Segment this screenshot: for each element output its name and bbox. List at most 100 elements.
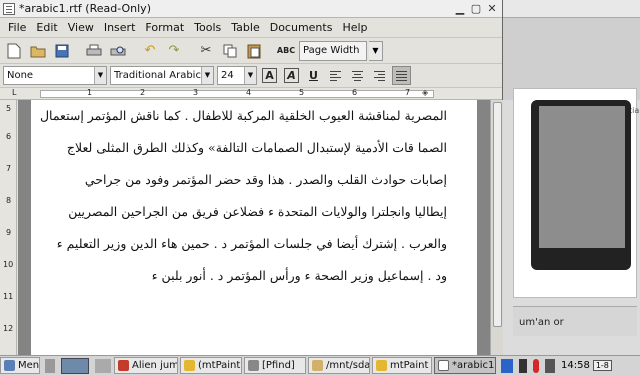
- new-icon[interactable]: [3, 40, 25, 62]
- align-center-button[interactable]: [348, 66, 367, 85]
- zoom-select[interactable]: Page Width: [299, 40, 367, 61]
- document-page[interactable]: المصرية لمناقشة العيوب الخلقية المركبة ل…: [31, 100, 477, 355]
- align-left-button[interactable]: [326, 66, 345, 85]
- align-left-icon: [330, 70, 341, 81]
- copy-icon[interactable]: [219, 40, 241, 62]
- vruler-number: 10: [3, 260, 14, 269]
- document-line[interactable]: إيطاليا وانجلترا والولايات المتحدة ء فضل…: [67, 204, 447, 219]
- italic-label: A: [284, 68, 299, 83]
- taskbar-item-label: (mtPaint 3.3: [198, 360, 241, 371]
- font-size-select[interactable]: 24 ▼: [217, 66, 257, 85]
- maximize-icon[interactable]: ▢: [469, 2, 483, 16]
- desktop-pager[interactable]: [61, 357, 89, 374]
- workspace-badge[interactable]: 1-8: [592, 360, 612, 371]
- paste-icon[interactable]: [243, 40, 265, 62]
- undo-icon[interactable]: ↶: [139, 40, 161, 62]
- menu-format[interactable]: Format: [140, 21, 189, 34]
- volume-icon[interactable]: [545, 358, 555, 373]
- ruler-number: 1: [87, 88, 93, 97]
- ruler-number: 4: [246, 88, 252, 97]
- font-size-value: 24: [221, 70, 234, 81]
- ruler-number: 2: [140, 88, 146, 97]
- vruler-number: 8: [6, 196, 12, 205]
- font-select[interactable]: Traditional Arabic ▼: [110, 66, 214, 85]
- ruler-strip: [40, 90, 434, 98]
- horizontal-ruler[interactable]: L 1 2 3 4 5 6 7 ◈: [0, 88, 502, 100]
- chevron-down-icon[interactable]: ▼: [201, 67, 213, 84]
- menu-documents[interactable]: Documents: [265, 21, 338, 34]
- start-menu-button[interactable]: Menu: [0, 357, 40, 374]
- taskbar-item-folder[interactable]: /mnt/sda5/: [308, 357, 370, 374]
- document-line[interactable]: إصابات حوادث القلب والصدر . هذا وقد حضر …: [67, 172, 447, 187]
- vruler-number: 7: [6, 164, 12, 173]
- align-center-icon: [352, 70, 363, 81]
- print-preview-icon[interactable]: [107, 40, 129, 62]
- taskbar-item-label: /mnt/sda5/: [326, 360, 370, 371]
- menu-file[interactable]: File: [3, 21, 31, 34]
- close-icon[interactable]: ✕: [485, 2, 499, 16]
- start-menu-label: Menu: [18, 360, 40, 371]
- ruler-label-left: L: [12, 88, 17, 97]
- toolbar-separator: [267, 40, 273, 62]
- taskbar-item-alien[interactable]: Alien jum'ar: [114, 357, 178, 374]
- vertical-ruler[interactable]: 5 6 7 8 9 10 11 12: [0, 100, 17, 355]
- document-line[interactable]: ود . إسماعيل وزير الصحة ء ورأس المؤتمر د…: [67, 268, 447, 283]
- italic-button[interactable]: A: [282, 66, 301, 85]
- clock[interactable]: 14:58: [561, 360, 590, 371]
- indent-marker-icon[interactable]: ◈: [422, 88, 428, 97]
- titlebar[interactable]: *arabic1.rtf (Read-Only) ▁ ▢ ✕: [0, 0, 502, 18]
- menu-help[interactable]: Help: [337, 21, 372, 34]
- menu-tools[interactable]: Tools: [189, 21, 226, 34]
- taskbar-item-pfind[interactable]: [Pfind]: [244, 357, 306, 374]
- bold-button[interactable]: A: [260, 66, 279, 85]
- taskbar-item-label: mtPaint 3.3: [390, 360, 431, 371]
- taskbar-item-label: *arabic1.rtf: [452, 360, 495, 371]
- save-icon[interactable]: [51, 40, 73, 62]
- network-icon[interactable]: [501, 358, 513, 373]
- document-line[interactable]: والعرب . إشترك أيضا في جلسات المؤتمر د .…: [57, 236, 447, 251]
- tablet-image: [531, 100, 631, 270]
- document-canvas[interactable]: المصرية لمناقشة العيوب الخلقية المركبة ل…: [18, 100, 490, 355]
- cut-icon[interactable]: ✂: [195, 40, 217, 62]
- chevron-down-icon[interactable]: ▼: [369, 40, 383, 61]
- chevron-down-icon[interactable]: ▼: [94, 67, 106, 84]
- redo-icon[interactable]: ↷: [163, 40, 185, 62]
- ruler-number: 5: [299, 88, 305, 97]
- document-icon: [3, 2, 15, 15]
- align-justify-button[interactable]: [392, 66, 411, 85]
- menu-icon: [4, 360, 15, 371]
- menubar: File Edit View Insert Format Tools Table…: [0, 18, 502, 38]
- pfind-icon: [248, 360, 259, 371]
- background-status-bar: um'an or: [513, 306, 637, 336]
- style-select[interactable]: None ▼: [3, 66, 107, 85]
- drive-icon[interactable]: [45, 358, 55, 373]
- document-line[interactable]: الصما قات الأدمية لإستبدال الصمامات التا…: [67, 140, 447, 155]
- taskbar-item-label: [Pfind]: [262, 360, 295, 371]
- minimize-icon[interactable]: ▁: [453, 2, 467, 16]
- scrollbar-thumb[interactable]: [493, 102, 502, 327]
- window-controls: ▁ ▢ ✕: [453, 2, 499, 16]
- standard-toolbar: ↶ ↷ ✂ ABC Page Width ▼: [0, 38, 502, 64]
- vruler-number: 5: [6, 104, 12, 113]
- menu-table[interactable]: Table: [226, 21, 264, 34]
- taskbar-item-mtpaint-2[interactable]: mtPaint 3.3: [372, 357, 432, 374]
- vruler-number: 6: [6, 132, 12, 141]
- align-right-button[interactable]: [370, 66, 389, 85]
- vertical-scrollbar[interactable]: [490, 100, 503, 355]
- open-icon[interactable]: [27, 40, 49, 62]
- battery-icon[interactable]: [519, 358, 527, 373]
- menu-insert[interactable]: Insert: [99, 21, 141, 34]
- temperature-icon[interactable]: [533, 358, 539, 373]
- taskbar-item-arabic-rtf[interactable]: *arabic1.rtf: [434, 357, 496, 374]
- underline-button[interactable]: U: [304, 66, 323, 85]
- menu-edit[interactable]: Edit: [31, 21, 62, 34]
- taskbar-item-mtpaint-1[interactable]: (mtPaint 3.3: [180, 357, 242, 374]
- spellcheck-icon[interactable]: ABC: [275, 40, 297, 62]
- background-window-titlebar[interactable]: [501, 0, 640, 18]
- pager-desktop-2[interactable]: [95, 358, 111, 373]
- alien-icon: [118, 360, 129, 371]
- document-line[interactable]: المصرية لمناقشة العيوب الخلقية المركبة ل…: [40, 108, 447, 123]
- print-icon[interactable]: [83, 40, 105, 62]
- chevron-down-icon[interactable]: ▼: [244, 67, 256, 84]
- menu-view[interactable]: View: [63, 21, 99, 34]
